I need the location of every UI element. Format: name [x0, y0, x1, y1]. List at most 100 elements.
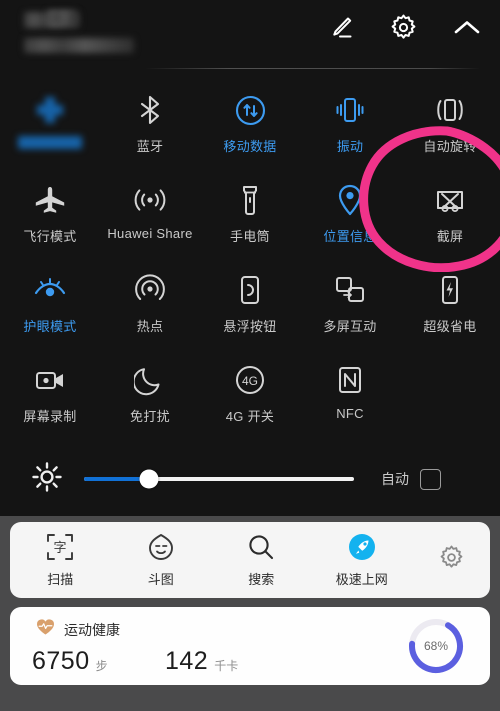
tile-label: 手电筒	[230, 229, 270, 244]
multi-screen-icon	[333, 270, 367, 310]
tile-label	[18, 136, 82, 149]
tile-do-not-disturb[interactable]: 免打扰	[100, 350, 200, 440]
tile-4g-toggle[interactable]: 4G 4G 开关	[200, 350, 300, 440]
header-icon-group	[327, 13, 482, 42]
tile-label: 悬浮按钮	[223, 319, 277, 334]
health-card[interactable]: 运动健康 6750 步 142 千卡 68%	[10, 607, 490, 685]
app-shortcut-meme[interactable]: 斗图	[111, 532, 212, 588]
scan-text-icon: 字	[45, 532, 75, 562]
tile-screenshot[interactable]: 截屏	[400, 170, 500, 260]
tile-vibrate[interactable]: 振动	[300, 80, 400, 170]
gear-icon	[438, 544, 465, 576]
tile-label: 超级省电	[423, 319, 477, 334]
tile-label: 飞行模式	[23, 229, 77, 244]
do-not-disturb-moon-icon	[134, 360, 166, 400]
tile-auto-rotate[interactable]: 自动旋转	[400, 80, 500, 170]
chevron-up-icon[interactable]	[452, 17, 482, 39]
health-progress-label: 68%	[423, 639, 449, 653]
mobile-data-icon	[234, 90, 267, 130]
health-calories-value: 142	[165, 647, 209, 675]
tile-label: 振动	[336, 139, 364, 154]
tile-flashlight[interactable]: 手电筒	[200, 170, 300, 260]
tile-mobile-data[interactable]: 移动数据	[200, 80, 300, 170]
app-shortcut-scan[interactable]: 字 扫描	[10, 532, 111, 588]
tile-label: 多屏互动	[323, 319, 377, 334]
health-calories-stat: 142 千卡	[165, 649, 238, 674]
profile-subtitle-redacted	[24, 38, 134, 53]
tile-nfc[interactable]: NFC	[300, 350, 400, 440]
huawei-share-icon	[132, 180, 168, 220]
ultra-power-saving-icon	[438, 270, 462, 310]
svg-text:字: 字	[54, 541, 67, 556]
health-progress-ring: 68%	[406, 616, 466, 676]
auto-rotate-icon	[432, 90, 468, 130]
tile-label: 免打扰	[130, 409, 170, 424]
tile-location[interactable]: 位置信息	[300, 170, 400, 260]
floating-button-icon	[237, 270, 263, 310]
quick-settings-screen: 蓝牙 移动数据 振动 自动旋转 飞行模式 Huawei Share 手电筒 位置…	[0, 0, 500, 711]
quick-settings-grid: 蓝牙 移动数据 振动 自动旋转 飞行模式 Huawei Share 手电筒 位置…	[0, 80, 500, 440]
eye-comfort-icon	[32, 270, 68, 310]
health-steps-unit: 步	[95, 659, 108, 673]
brightness-sun-icon	[32, 461, 62, 497]
tile-eye-comfort[interactable]: 护眼模式	[0, 260, 100, 350]
app-shortcut-fast-internet[interactable]: 极速上网	[312, 532, 413, 588]
profile-name-redacted-2	[47, 10, 77, 24]
health-steps-stat: 6750 步	[32, 649, 108, 674]
health-steps-value: 6750	[32, 647, 90, 675]
tile-label: 移动数据	[223, 139, 277, 154]
tile-floating-button[interactable]: 悬浮按钮	[200, 260, 300, 350]
app-shortcut-label: 扫描	[47, 572, 74, 587]
screen-record-icon	[32, 360, 68, 400]
tile-multi-screen[interactable]: 多屏互动	[300, 260, 400, 350]
app-card-settings-button[interactable]	[412, 544, 490, 576]
tile-label: 自动旋转	[423, 139, 477, 154]
tile-wlan[interactable]	[0, 80, 100, 170]
bluetooth-icon	[134, 90, 166, 130]
brightness-row: 自动	[0, 455, 500, 503]
hotspot-icon	[133, 270, 167, 310]
meme-face-icon	[146, 532, 176, 562]
app-shortcut-label: 极速上网	[335, 572, 388, 587]
pencil-edit-icon[interactable]	[327, 14, 355, 42]
tile-label: 屏幕录制	[23, 409, 77, 424]
search-icon	[246, 532, 276, 562]
location-pin-icon	[336, 180, 364, 220]
health-calories-unit: 千卡	[214, 659, 239, 673]
auto-brightness-label: 自动	[381, 471, 409, 487]
app-shortcut-label: 斗图	[147, 572, 174, 587]
auto-brightness-checkbox[interactable]	[420, 468, 441, 490]
tile-screen-record[interactable]: 屏幕录制	[0, 350, 100, 440]
app-shortcut-search[interactable]: 搜索	[211, 532, 312, 588]
gear-icon[interactable]	[389, 13, 418, 42]
screenshot-scissors-icon	[432, 180, 468, 220]
tile-hotspot[interactable]: 热点	[100, 260, 200, 350]
tile-label: 4G 开关	[225, 409, 275, 424]
app-shortcut-row: 字 扫描 斗图 搜索 极速上网	[10, 532, 412, 588]
tile-airplane-mode[interactable]: 飞行模式	[0, 170, 100, 260]
tile-bluetooth[interactable]: 蓝牙	[100, 80, 200, 170]
tile-label: 护眼模式	[23, 319, 77, 334]
fast-internet-rocket-icon	[347, 532, 377, 562]
tile-label: NFC	[336, 406, 364, 421]
brightness-slider[interactable]	[84, 469, 354, 489]
tile-label: 热点	[136, 319, 164, 334]
tile-label: 蓝牙	[136, 139, 164, 154]
svg-text:4G: 4G	[242, 374, 258, 388]
tile-ultra-power-saving[interactable]: 超级省电	[400, 260, 500, 350]
header-divider	[145, 68, 480, 69]
app-shortcut-label: 搜索	[248, 572, 275, 587]
heart-pulse-icon	[36, 618, 55, 641]
wlan-icon	[33, 90, 67, 130]
health-card-title: 运动健康	[64, 621, 120, 638]
airplane-icon	[33, 180, 67, 220]
quick-settings-panel: 蓝牙 移动数据 振动 自动旋转 飞行模式 Huawei Share 手电筒 位置…	[0, 0, 500, 516]
tile-label: Huawei Share	[107, 226, 193, 241]
brightness-slider-knob[interactable]	[139, 469, 159, 489]
tile-label: 截屏	[436, 229, 464, 244]
tile-huawei-share[interactable]: Huawei Share	[100, 170, 200, 260]
app-shortcut-card: 字 扫描 斗图 搜索 极速上网	[10, 522, 490, 598]
vibrate-icon	[333, 90, 367, 130]
panel-header	[0, 0, 500, 69]
four-g-toggle-icon: 4G	[234, 360, 266, 400]
